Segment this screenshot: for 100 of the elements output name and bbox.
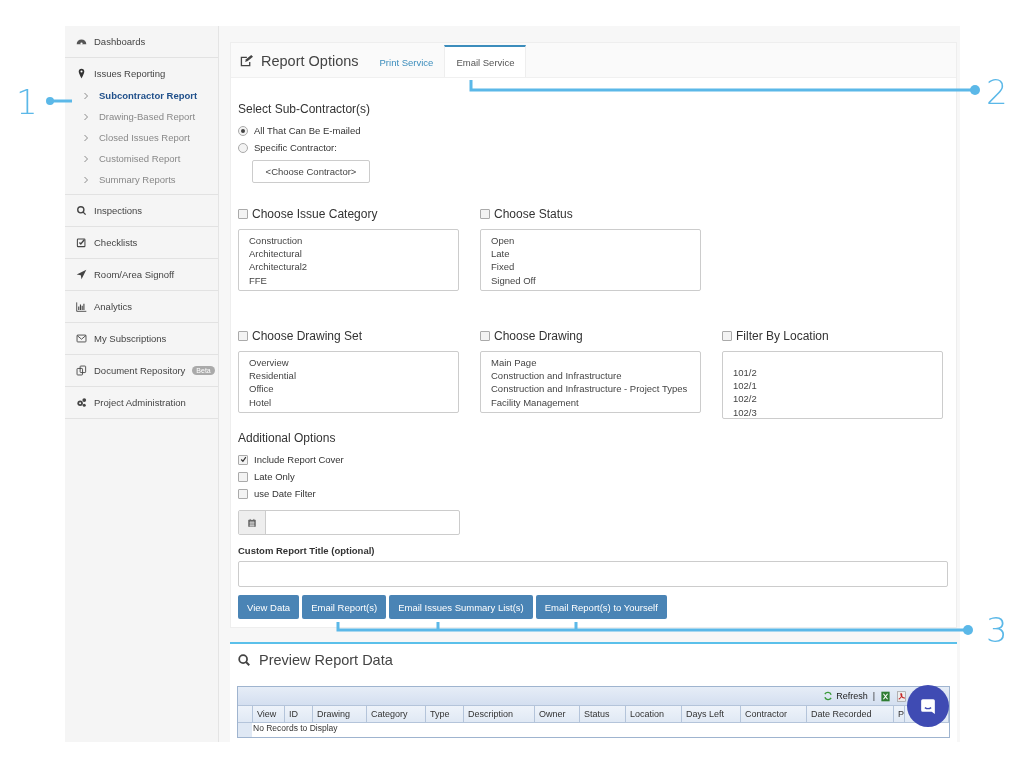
refresh-button[interactable]: Refresh	[823, 691, 868, 701]
gears-icon	[76, 397, 87, 408]
checkbox[interactable]	[722, 331, 732, 341]
radio-label: Specific Contractor:	[254, 142, 337, 153]
radio-label: All That Can Be E-mailed	[254, 125, 361, 136]
filter-heading: Filter By Location	[736, 329, 829, 343]
panel-title: Report Options	[261, 53, 359, 69]
sidebar-item[interactable]: Checklists	[65, 227, 218, 259]
list-option[interactable]: Construction	[249, 234, 448, 248]
checkbox[interactable]	[238, 331, 248, 341]
list-option[interactable]: Architectural2	[249, 260, 448, 274]
column-header[interactable]: Contractor	[741, 706, 807, 723]
bar-chart-icon	[76, 301, 87, 312]
list-box[interactable]: Main Page Construction and Infrastructure Construction and Infrastructure - Project Types Facility Management	[480, 351, 701, 413]
chevron-icon	[83, 91, 89, 100]
column-header[interactable]: Location	[626, 706, 682, 723]
report-title-field[interactable]	[238, 561, 948, 587]
location-arrow-icon	[76, 269, 87, 280]
list-option[interactable]: Hotel	[249, 395, 448, 409]
column-header[interactable]: Drawing	[313, 706, 367, 723]
sidebar-item[interactable]: Room/Area Signoff	[65, 259, 218, 291]
list-box[interactable]: Construction Architectural Architectural2 FFE	[238, 229, 459, 291]
sidebar-subitem[interactable]: Drawing-Based Report	[65, 106, 218, 127]
list-option[interactable]: Main Page	[491, 356, 690, 370]
column-header[interactable]: ID	[285, 706, 313, 723]
column-header[interactable]: Status	[580, 706, 626, 723]
list-box[interactable]: Overview Residential Office Hotel	[238, 351, 459, 413]
sidebar-item[interactable]: Dashboards	[65, 26, 218, 58]
filter-heading: Choose Drawing Set	[252, 329, 363, 343]
sidebar-item[interactable]: Analytics	[65, 291, 218, 323]
list-option[interactable]: Office	[249, 382, 448, 396]
list-option[interactable]: Residential	[249, 369, 448, 383]
checkbox[interactable]	[480, 331, 490, 341]
checkmark-icon	[239, 456, 247, 463]
list-box[interactable]: 101/2 102/1 102/2 102/3	[722, 351, 943, 419]
checkbox[interactable]	[238, 488, 248, 499]
spreadsheet-icon	[880, 690, 891, 702]
tab[interactable]: Print Service	[368, 45, 445, 77]
checkbox-label: use Date Filter	[254, 488, 316, 499]
envelope-icon	[76, 333, 87, 344]
column-header[interactable]: P	[894, 706, 905, 723]
sidebar-item[interactable]: My Subscriptions	[65, 323, 218, 355]
toolbar-separator: |	[872, 691, 875, 701]
action-button[interactable]: Email Report(s)	[302, 595, 387, 619]
chevron-icon	[83, 112, 89, 121]
sidebar-item[interactable]: Project Administration	[65, 387, 218, 419]
radio-button[interactable]	[238, 125, 248, 136]
list-option[interactable]: 102/3	[733, 405, 932, 418]
list-option[interactable]: 102/1	[733, 379, 932, 393]
list-option[interactable]: Facility Management	[491, 395, 690, 409]
action-button[interactable]: Email Report(s) to Yourself	[535, 595, 667, 619]
chat-icon	[918, 696, 938, 716]
sidebar-subitem[interactable]: Customised Report	[65, 148, 218, 169]
checkbox[interactable]	[238, 209, 248, 219]
sidebar-item[interactable]: Inspections	[65, 195, 218, 227]
search-icon	[237, 653, 251, 667]
list-option[interactable]: 102/2	[733, 392, 932, 406]
filter-heading: Choose Status	[494, 207, 573, 221]
checkbox[interactable]	[480, 209, 490, 219]
column-header[interactable]: Date Recorded	[807, 706, 894, 723]
choose-contractor-button[interactable]: <Choose Contractor>	[252, 160, 370, 183]
action-button[interactable]: Email Issues Summary List(s)	[389, 595, 533, 619]
list-option[interactable]: Fixed	[491, 260, 690, 274]
radio-button[interactable]	[238, 142, 248, 153]
chevron-icon	[83, 175, 89, 184]
chevron-icon	[83, 133, 89, 142]
list-option[interactable]: Construction and Infrastructure - Project Types	[491, 382, 690, 396]
checkbox-label: Include Report Cover	[254, 454, 344, 465]
edit-icon	[239, 54, 253, 68]
list-option[interactable]: Late	[491, 247, 690, 261]
column-header[interactable]: Description	[464, 706, 535, 723]
date-field[interactable]	[238, 510, 460, 535]
checkbox[interactable]	[238, 454, 248, 465]
checkbox[interactable]	[238, 471, 248, 482]
search-icon	[76, 205, 87, 216]
panel-title: Preview Report Data	[259, 652, 393, 668]
column-header[interactable]: Category	[367, 706, 426, 723]
empty-message: No Records to Display	[252, 723, 338, 735]
callout-number: 3	[986, 610, 1008, 650]
list-option[interactable]: 101/2	[733, 366, 932, 380]
list-option[interactable]: Signed Off	[491, 273, 690, 287]
column-header[interactable]: Owner	[535, 706, 580, 723]
column-header[interactable]: Days Left	[682, 706, 741, 723]
callout-number: 1	[16, 82, 38, 122]
map-pin-icon	[76, 68, 87, 79]
list-option[interactable]: Construction and Infrastructure	[491, 369, 690, 383]
list-option[interactable]: FFE	[249, 273, 448, 287]
list-option[interactable]: Overview	[249, 356, 448, 370]
documents-icon	[76, 365, 87, 376]
column-header[interactable]: View	[253, 706, 285, 723]
tab[interactable]: Email Service	[444, 45, 527, 77]
callout-number: 2	[986, 72, 1008, 112]
list-box[interactable]: Open Late Fixed Signed Off	[480, 229, 701, 291]
list-option[interactable]: Open	[491, 234, 690, 248]
filter-heading: Choose Issue Category	[252, 207, 378, 221]
column-header[interactable]: Type	[426, 706, 464, 723]
action-button[interactable]: View Data	[238, 595, 300, 619]
list-option[interactable]: Architectural	[249, 247, 448, 261]
row-header-cell	[238, 723, 252, 737]
section-heading: Additional Options	[238, 431, 337, 445]
